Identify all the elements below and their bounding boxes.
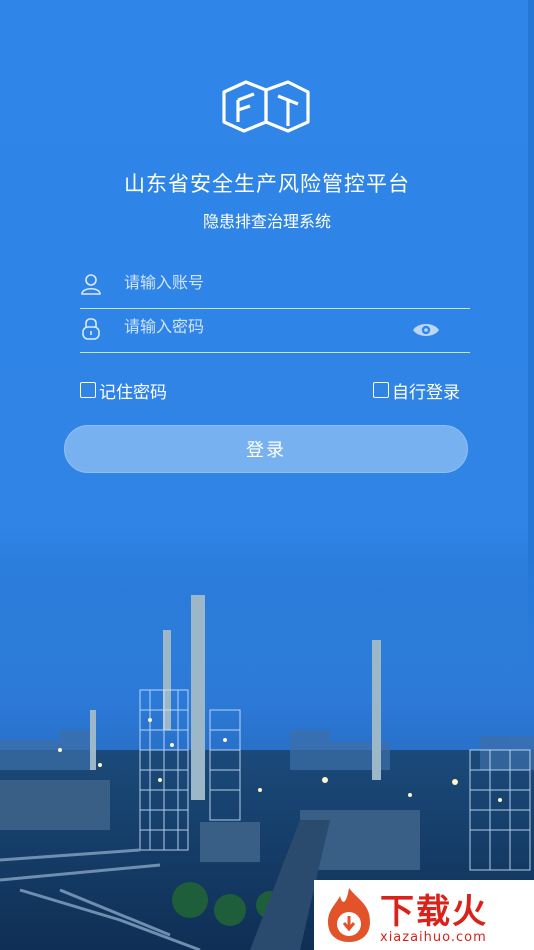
- app-title: 山东省安全生产风险管控平台: [124, 172, 410, 196]
- account-field[interactable]: [80, 264, 470, 309]
- remember-label: 记住密码: [99, 382, 167, 403]
- lock-icon: [82, 318, 100, 340]
- cube-logo-icon: [222, 80, 310, 133]
- watermark-brand: 下载火: [380, 892, 488, 932]
- account-input[interactable]: [124, 268, 414, 296]
- user-icon: [81, 274, 101, 295]
- auto-login-checkbox[interactable]: 自行登录: [373, 378, 460, 403]
- checkbox-box: [373, 382, 389, 398]
- login-button[interactable]: 登录: [64, 425, 468, 473]
- flame-logo-icon: [328, 888, 370, 942]
- eye-icon[interactable]: [412, 322, 440, 338]
- remember-password-checkbox[interactable]: 记住密码: [80, 378, 167, 403]
- password-field[interactable]: [80, 308, 470, 353]
- app-subtitle: 隐患排查治理系统: [202, 212, 331, 231]
- watermark: 下载火 xiazaihuo.com: [314, 880, 534, 950]
- checkbox-box: [80, 382, 96, 398]
- watermark-url: xiazaihuo.com: [380, 930, 487, 945]
- auto-login-label: 自行登录: [392, 382, 460, 403]
- password-input[interactable]: [124, 312, 414, 340]
